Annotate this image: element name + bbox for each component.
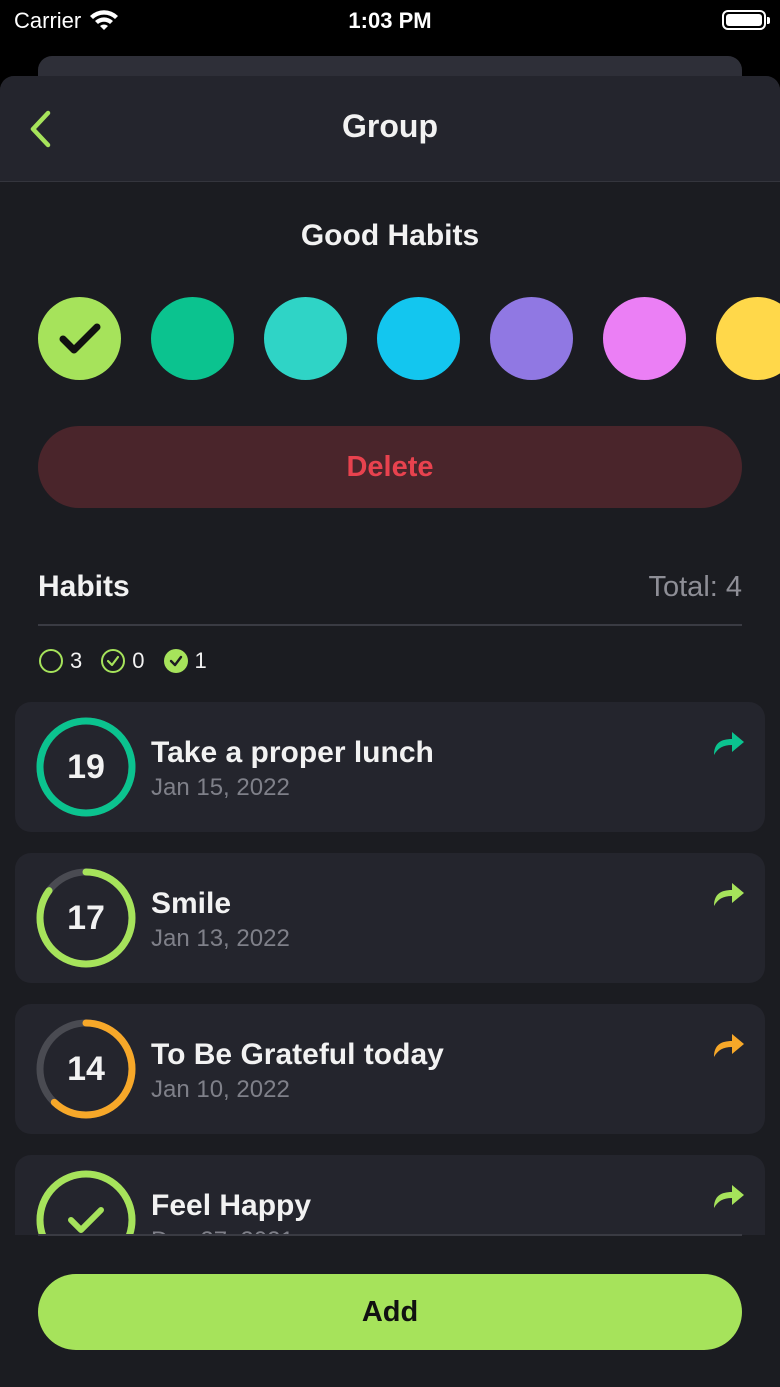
habit-list[interactable]: 19 Take a proper lunch Jan 15, 2022 17 S… xyxy=(0,700,780,1235)
status-bar: Carrier 1:03 PM xyxy=(0,0,780,40)
stat-done: 1 xyxy=(163,648,207,674)
checkmark-icon xyxy=(68,1207,104,1233)
color-swatch[interactable] xyxy=(264,297,347,380)
color-picker xyxy=(38,297,780,380)
habit-title: Feel Happy xyxy=(151,1189,312,1222)
habit-card[interactable]: 14 To Be Grateful today Jan 10, 2022 xyxy=(15,1004,765,1134)
color-swatch[interactable] xyxy=(603,297,686,380)
habit-card[interactable]: 17 Smile Jan 13, 2022 xyxy=(15,853,765,983)
share-arrow-icon[interactable] xyxy=(711,879,747,909)
delete-button[interactable]: Delete xyxy=(38,426,742,508)
streak-count: 17 xyxy=(67,898,105,937)
group-sheet: Group Good Habits Delete Habits Total: 4… xyxy=(0,76,780,1387)
check-circle-outline-icon xyxy=(101,649,126,673)
add-button[interactable]: Add xyxy=(38,1274,742,1350)
divider xyxy=(38,1234,742,1236)
total-count: Total: 4 xyxy=(648,570,743,603)
color-swatch[interactable] xyxy=(716,297,780,380)
color-swatch[interactable] xyxy=(151,297,234,380)
share-arrow-icon[interactable] xyxy=(711,1181,747,1211)
habit-title: Take a proper lunch xyxy=(151,736,434,769)
color-swatch-selected[interactable] xyxy=(38,297,121,380)
section-title: Habits xyxy=(38,570,130,603)
color-swatch[interactable] xyxy=(490,297,573,380)
habit-date: Jan 13, 2022 xyxy=(151,925,290,952)
share-arrow-icon[interactable] xyxy=(711,1030,747,1060)
stat-checked-count: 0 xyxy=(132,648,145,673)
habit-title: To Be Grateful today xyxy=(151,1038,444,1071)
share-arrow-icon[interactable] xyxy=(711,728,747,758)
color-swatch[interactable] xyxy=(377,297,460,380)
stat-done-count: 1 xyxy=(194,648,207,673)
habit-stats: 3 0 1 xyxy=(38,648,207,674)
stat-checked: 0 xyxy=(100,648,145,674)
divider xyxy=(38,624,742,626)
habit-title: Smile xyxy=(151,887,232,920)
habit-card[interactable]: 19 Take a proper lunch Jan 15, 2022 xyxy=(15,702,765,832)
completed-check xyxy=(35,1169,137,1235)
page-title: Group xyxy=(342,108,438,144)
streak-count: 14 xyxy=(67,1049,105,1088)
habit-date: Jan 15, 2022 xyxy=(151,774,290,801)
group-name[interactable]: Good Habits xyxy=(0,219,780,253)
checkmark-icon xyxy=(59,323,100,353)
empty-circle-icon xyxy=(39,649,63,673)
habit-card[interactable]: Feel Happy Dec 27, 2021 xyxy=(15,1155,765,1235)
battery-icon xyxy=(722,10,770,30)
stat-open-count: 3 xyxy=(70,648,83,673)
check-circle-filled-icon xyxy=(163,649,188,673)
status-time: 1:03 PM xyxy=(348,8,432,33)
habits-header: Habits Total: 4 xyxy=(38,570,742,604)
stat-open: 3 xyxy=(38,648,82,674)
streak-count: 19 xyxy=(67,747,105,786)
habit-date: Jan 10, 2022 xyxy=(151,1076,290,1103)
navigation-bar: Group xyxy=(0,76,780,182)
